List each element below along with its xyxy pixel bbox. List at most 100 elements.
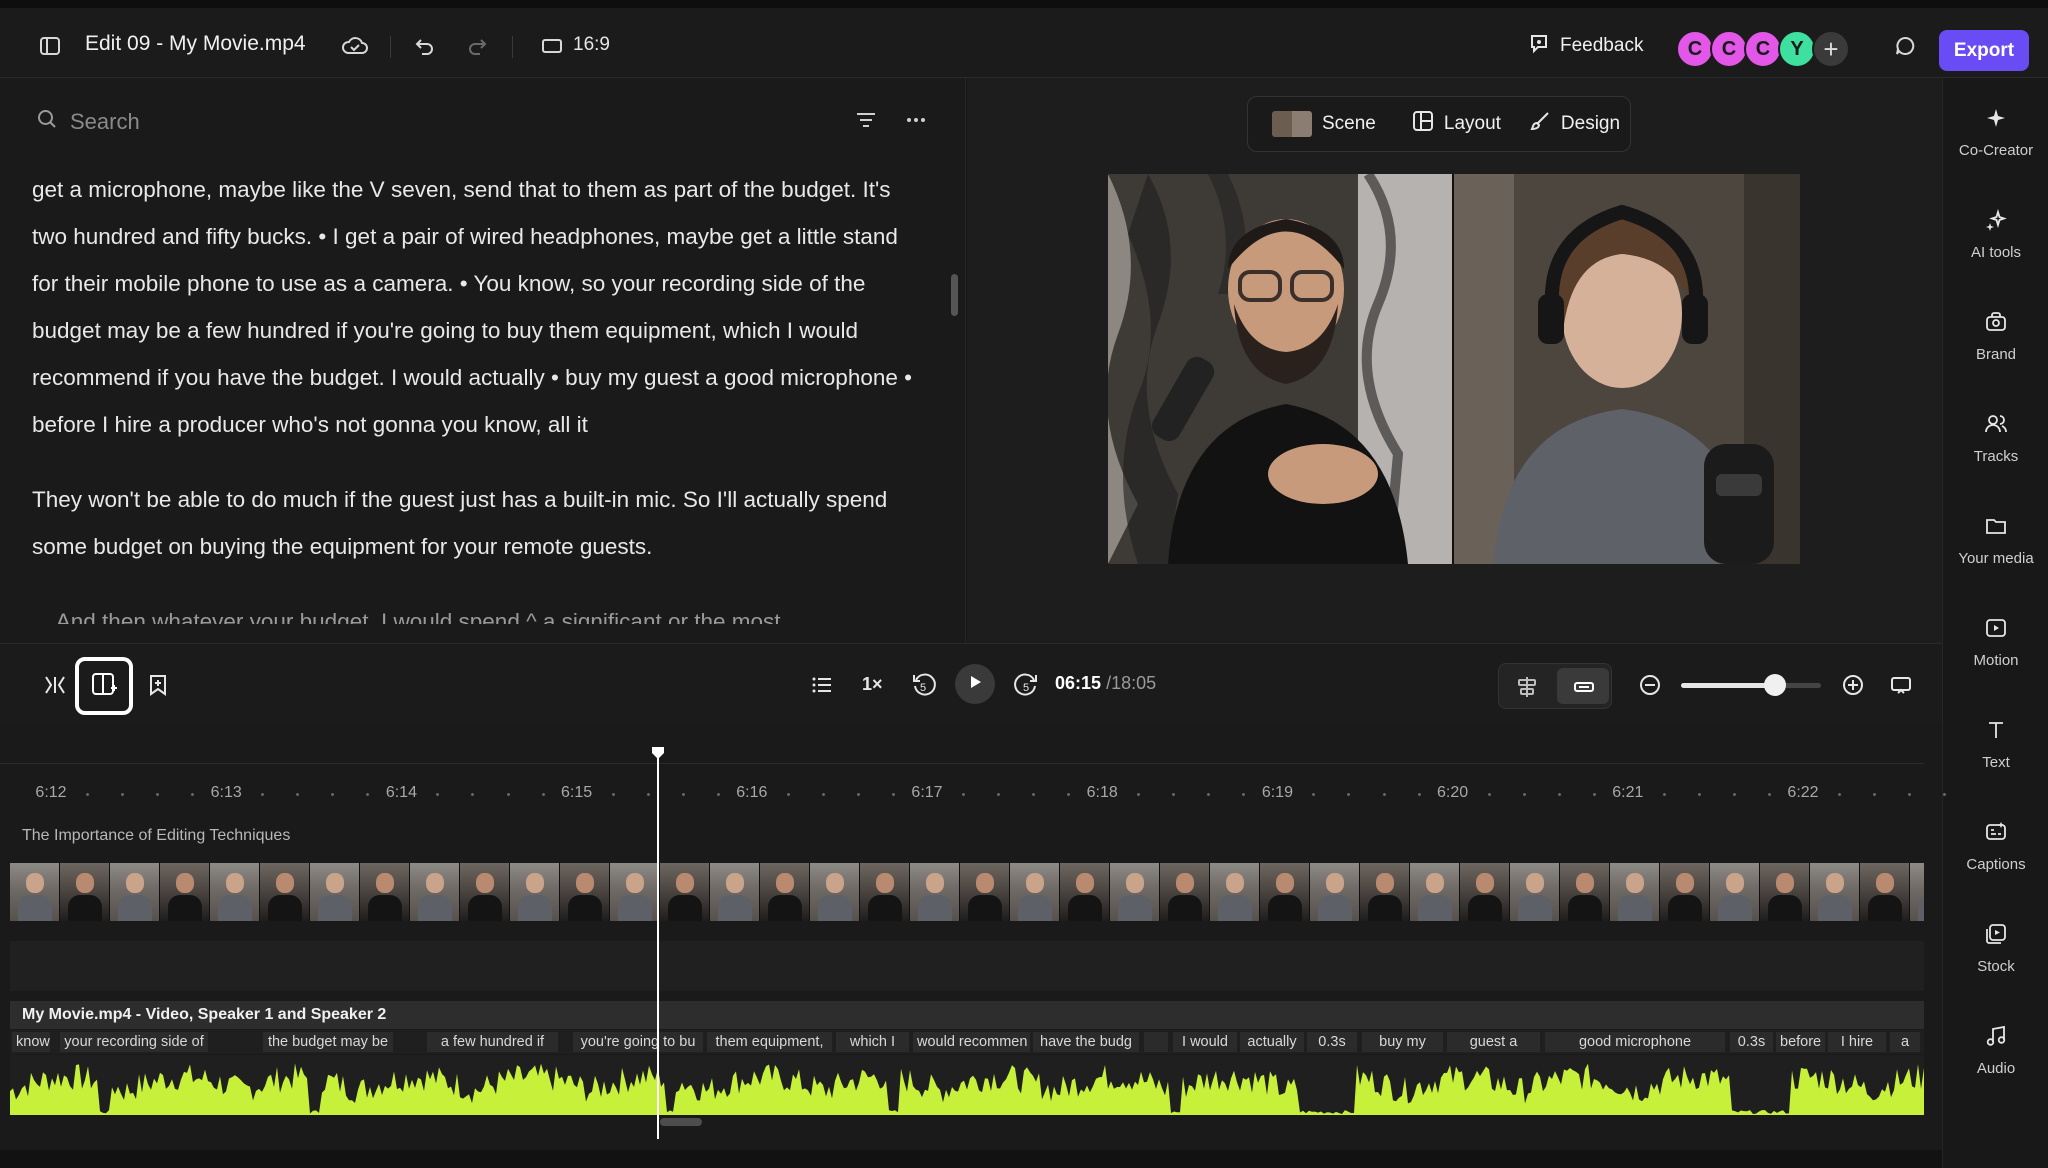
scene-button[interactable]: Scene: [1262, 111, 1386, 137]
transcript-scrollbar[interactable]: [951, 274, 958, 316]
transcript-word-block[interactable]: your recording side of: [60, 1032, 208, 1052]
transcript-word-block[interactable]: 0.3s: [1307, 1032, 1357, 1052]
fit-timeline-icon[interactable]: [1887, 671, 1915, 699]
tool-audio[interactable]: Audio: [1943, 1024, 2048, 1077]
transcript-paragraph[interactable]: They won't be able to do much if the gue…: [32, 476, 912, 570]
video-frame-thumbnail: [960, 863, 1010, 921]
forward-5-icon[interactable]: 5: [1010, 668, 1042, 700]
tool-stock[interactable]: Stock: [1943, 922, 2048, 975]
transcript-word-block[interactable]: a: [1890, 1032, 1920, 1052]
layout-button[interactable]: Layout: [1402, 110, 1511, 138]
tool-tracks[interactable]: Tracks: [1943, 412, 2048, 465]
undo-icon[interactable]: [410, 31, 440, 61]
tool-label: Stock: [1977, 958, 2015, 975]
aspect-ratio-label[interactable]: 16:9: [573, 34, 610, 56]
avatar[interactable]: Y: [1778, 30, 1816, 68]
zoom-out-icon[interactable]: [1636, 671, 1664, 699]
redo-icon[interactable]: [462, 31, 492, 61]
add-marker-icon[interactable]: [143, 670, 173, 700]
search-input[interactable]: [70, 108, 570, 135]
transcript-word-block[interactable]: you're going to bu: [573, 1032, 703, 1052]
playback-speed[interactable]: 1×: [862, 674, 883, 695]
tool-ai-tools[interactable]: AI tools: [1943, 208, 2048, 261]
empty-track[interactable]: [10, 941, 1924, 991]
search-icon: [36, 108, 58, 135]
play-button[interactable]: [955, 664, 995, 704]
playhead-handle-icon[interactable]: [650, 745, 666, 761]
search-bar: [36, 108, 570, 135]
tool-brand[interactable]: Brand: [1943, 310, 2048, 363]
comments-icon[interactable]: [1890, 31, 1920, 61]
transcript-word-block[interactable]: guest a: [1447, 1032, 1540, 1052]
collaborator-avatars: C C C Y +: [1676, 30, 1850, 68]
transcript-word-block[interactable]: I would: [1173, 1032, 1237, 1052]
transcript-word-block[interactable]: the budget may be: [263, 1032, 393, 1052]
video-frame-thumbnail: [660, 863, 710, 921]
tool-your-media[interactable]: Your media: [1943, 514, 2048, 567]
timeline-scrollbar[interactable]: [660, 1118, 702, 1126]
design-button[interactable]: Design: [1519, 110, 1630, 138]
timeline: 6:12 6:13 6:14 6:15 6:16 6:17 6:18 6:19 6:20 6:21…: [0, 723, 1947, 1168]
export-button[interactable]: Export: [1939, 30, 2029, 71]
people-icon: [1984, 412, 2008, 440]
ruler-tick-dot: [156, 793, 160, 796]
timeline-ruler[interactable]: 6:12 6:13 6:14 6:15 6:16 6:17 6:18 6:19 6:20 6:21…: [0, 763, 1947, 823]
transcript-word-block[interactable]: which I: [836, 1032, 909, 1052]
current-time: 06:15: [1055, 673, 1102, 693]
word-track[interactable]: know, your recording side of the budget ma…: [10, 1030, 1924, 1054]
transcript-word-block[interactable]: actually: [1240, 1032, 1304, 1052]
avatar[interactable]: C: [1710, 30, 1748, 68]
video-track-filmstrip[interactable]: [10, 863, 1924, 921]
tools-rail: Co-Creator AI tools Brand Tracks Your me…: [1942, 78, 2048, 1168]
transcript-word-block[interactable]: a few hundred if: [427, 1032, 558, 1052]
tool-label: Text: [1982, 754, 2010, 771]
tool-captions[interactable]: Captions: [1943, 820, 2048, 873]
zoom-in-icon[interactable]: [1839, 671, 1867, 699]
chapters-list-icon[interactable]: [807, 670, 837, 700]
add-collaborator-button[interactable]: +: [1812, 30, 1850, 68]
project-title[interactable]: Edit 09 - My Movie.mp4: [85, 32, 306, 56]
more-options-icon[interactable]: [905, 110, 927, 135]
transcript-paragraph[interactable]: get a microphone, maybe like the V seven…: [32, 166, 912, 448]
filter-icon[interactable]: [855, 110, 877, 135]
zoom-slider-handle[interactable]: [1763, 674, 1786, 696]
ruler-tick-dot: [1522, 793, 1526, 796]
trim-icon[interactable]: [40, 670, 70, 700]
transcript-word-block[interactable]: before: [1776, 1032, 1825, 1052]
transcript-word-block[interactable]: 0.3s: [1730, 1032, 1773, 1052]
sidebar-toggle-icon[interactable]: [35, 31, 65, 61]
aspect-ratio-icon[interactable]: [537, 31, 567, 61]
avatar[interactable]: C: [1676, 30, 1714, 68]
tool-label: Tracks: [1973, 448, 2019, 465]
ruler-tick-dot: [1697, 793, 1701, 796]
tool-co-creator[interactable]: Co-Creator: [1943, 106, 2048, 159]
avatar[interactable]: C: [1744, 30, 1782, 68]
transcript-text[interactable]: get a microphone, maybe like the V seven…: [32, 166, 912, 652]
transcript-word-block[interactable]: I hire: [1828, 1032, 1886, 1052]
tool-text[interactable]: Text: [1943, 718, 2048, 771]
transcript-word-block[interactable]: would recommen: [913, 1032, 1030, 1052]
playhead[interactable]: [657, 751, 659, 1139]
video-preview[interactable]: [1108, 174, 1800, 564]
transcript-word-block[interactable]: them equipment,: [707, 1032, 832, 1052]
transcript-word-block[interactable]: have the budg: [1033, 1032, 1139, 1052]
tool-motion[interactable]: Motion: [1943, 616, 2048, 669]
ruler-tick-dot: [891, 793, 895, 796]
transcript-paragraph[interactable]: ... And then whatever your budget, I wou…: [32, 598, 912, 624]
feedback-button[interactable]: Feedback: [1528, 28, 1643, 64]
transcript-word-block[interactable]: [1144, 1032, 1168, 1052]
transcript-word-block[interactable]: good microphone: [1545, 1032, 1725, 1052]
clip-title[interactable]: My Movie.mp4 - Video, Speaker 1 and Spea…: [10, 1001, 1924, 1029]
cloud-sync-icon[interactable]: [340, 31, 370, 61]
transcript-word-block[interactable]: know,: [12, 1032, 50, 1052]
expanded-view-icon[interactable]: [1513, 674, 1541, 700]
split-clip-button[interactable]: [75, 657, 133, 715]
tool-label: Audio: [1976, 1060, 2016, 1077]
rewind-5-icon[interactable]: 5: [908, 668, 940, 700]
transcript-word-block[interactable]: buy my: [1362, 1032, 1443, 1052]
motion-icon: [1984, 616, 2008, 644]
zoom-slider[interactable]: [1681, 674, 1821, 696]
chapter-title[interactable]: The Importance of Editing Techniques: [22, 827, 290, 845]
tool-label: Your media: [1958, 550, 2034, 567]
audio-waveform[interactable]: [10, 1055, 1924, 1115]
